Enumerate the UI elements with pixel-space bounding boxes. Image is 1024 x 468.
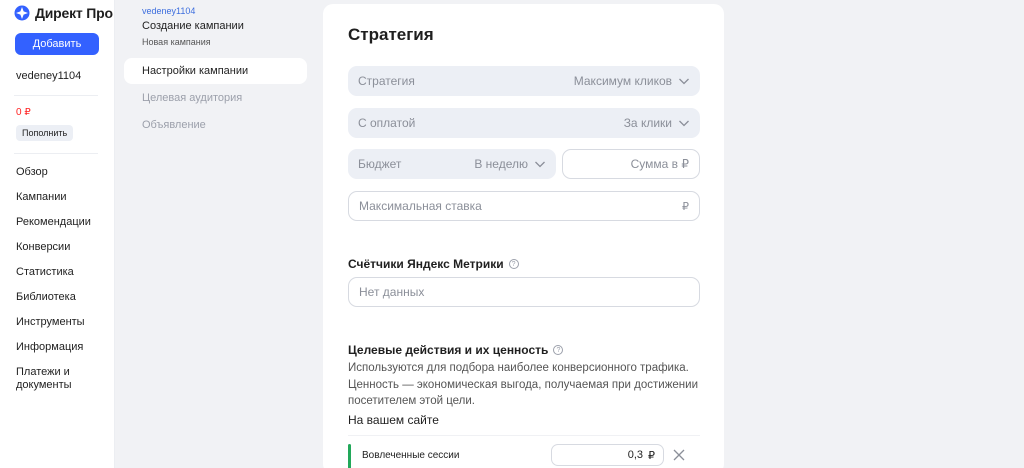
sidebar-divider xyxy=(14,95,98,96)
max-bid-currency: ₽ xyxy=(682,200,689,213)
close-icon[interactable] xyxy=(672,448,686,462)
account-login[interactable]: vedeney1104 xyxy=(16,70,81,82)
strategy-label: Стратегия xyxy=(358,74,415,88)
campaign-name: Новая кампания xyxy=(142,37,211,47)
strategy-select[interactable]: Стратегия Максимум кликов xyxy=(348,66,700,96)
nav-item-overview[interactable]: Обзор xyxy=(16,166,96,191)
nav-item-conversions[interactable]: Конверсии xyxy=(16,241,96,266)
chevron-down-icon xyxy=(679,120,689,127)
chevron-down-icon xyxy=(679,78,689,85)
sidebar-divider xyxy=(14,153,98,154)
metrika-counter-select[interactable]: Нет данных xyxy=(348,277,700,307)
max-bid-input[interactable]: Максимальная ставка ₽ xyxy=(348,191,700,221)
strategy-title: Стратегия xyxy=(348,25,434,44)
nav-item-information[interactable]: Информация xyxy=(16,341,96,366)
budget-period-value: В неделю xyxy=(474,157,528,171)
goal-name: Вовлеченные сессии xyxy=(362,450,460,461)
goals-title: Целевые действия и их ценность xyxy=(348,343,549,357)
topup-button[interactable]: Пополнить xyxy=(16,125,74,141)
main-nav: Обзор Кампании Рекомендации Конверсии Ст… xyxy=(16,166,96,402)
payment-select[interactable]: С оплатой За клики xyxy=(348,108,700,138)
logo-text: Директ Про xyxy=(35,5,113,21)
budget-label: Бюджет xyxy=(358,157,402,171)
sidebar: Директ Про Добавить vedeney1104 0 ₽ Попо… xyxy=(0,0,115,468)
goal-value-input[interactable]: 0,3 ₽ xyxy=(551,444,664,466)
help-icon[interactable]: ? xyxy=(508,259,519,269)
campaign-login[interactable]: vedeney1104 xyxy=(142,6,195,16)
budget-sum-input[interactable]: Сумма в ₽ xyxy=(562,149,700,179)
nav-item-campaigns[interactable]: Кампании xyxy=(16,191,96,216)
goals-description: Используются для подбора наиболее конвер… xyxy=(348,362,699,407)
metrika-title: Счётчики Яндекс Метрики xyxy=(348,257,504,271)
nav-item-recommendations[interactable]: Рекомендации xyxy=(16,216,96,241)
balance: 0 ₽ xyxy=(16,107,31,118)
nav-item-tools[interactable]: Инструменты xyxy=(16,316,96,341)
help-icon[interactable]: ? xyxy=(553,345,564,355)
campaign-create-title: Создание кампании xyxy=(142,20,244,32)
direct-logo-icon xyxy=(14,5,30,21)
step-campaign-settings[interactable]: Настройки кампании xyxy=(124,58,307,84)
goal-status-bar xyxy=(348,444,351,468)
settings-card: Стратегия Стратегия Максимум кликов С оп… xyxy=(323,4,724,468)
metrika-placeholder: Нет данных xyxy=(359,285,425,299)
nav-item-statistics[interactable]: Статистика xyxy=(16,266,96,291)
on-site-heading: На вашем сайте xyxy=(348,413,439,427)
add-button[interactable]: Добавить xyxy=(15,33,99,55)
goals-heading: Целевые действия и их ценность ? xyxy=(348,343,564,357)
goal-value: 0,3 xyxy=(627,449,643,461)
goal-row: Вовлеченные сессии 0,3 ₽ xyxy=(348,435,700,468)
strategy-value: Максимум кликов xyxy=(573,74,672,88)
nav-item-library[interactable]: Библиотека xyxy=(16,291,96,316)
nav-item-payments[interactable]: Платежи и документы xyxy=(16,366,96,402)
payment-label: С оплатой xyxy=(358,116,416,130)
payment-value: За клики xyxy=(623,116,672,130)
chevron-down-icon xyxy=(535,161,545,168)
logo[interactable]: Директ Про xyxy=(14,5,113,21)
goal-currency: ₽ xyxy=(648,449,655,462)
budget-period-select[interactable]: Бюджет В неделю xyxy=(348,149,556,179)
metrika-heading: Счётчики Яндекс Метрики ? xyxy=(348,257,519,271)
budget-sum-placeholder: Сумма в ₽ xyxy=(630,157,689,171)
max-bid-placeholder: Максимальная ставка xyxy=(359,199,482,213)
step-ad[interactable]: Объявление xyxy=(124,112,307,138)
step-target-audience[interactable]: Целевая аудитория xyxy=(124,85,307,111)
